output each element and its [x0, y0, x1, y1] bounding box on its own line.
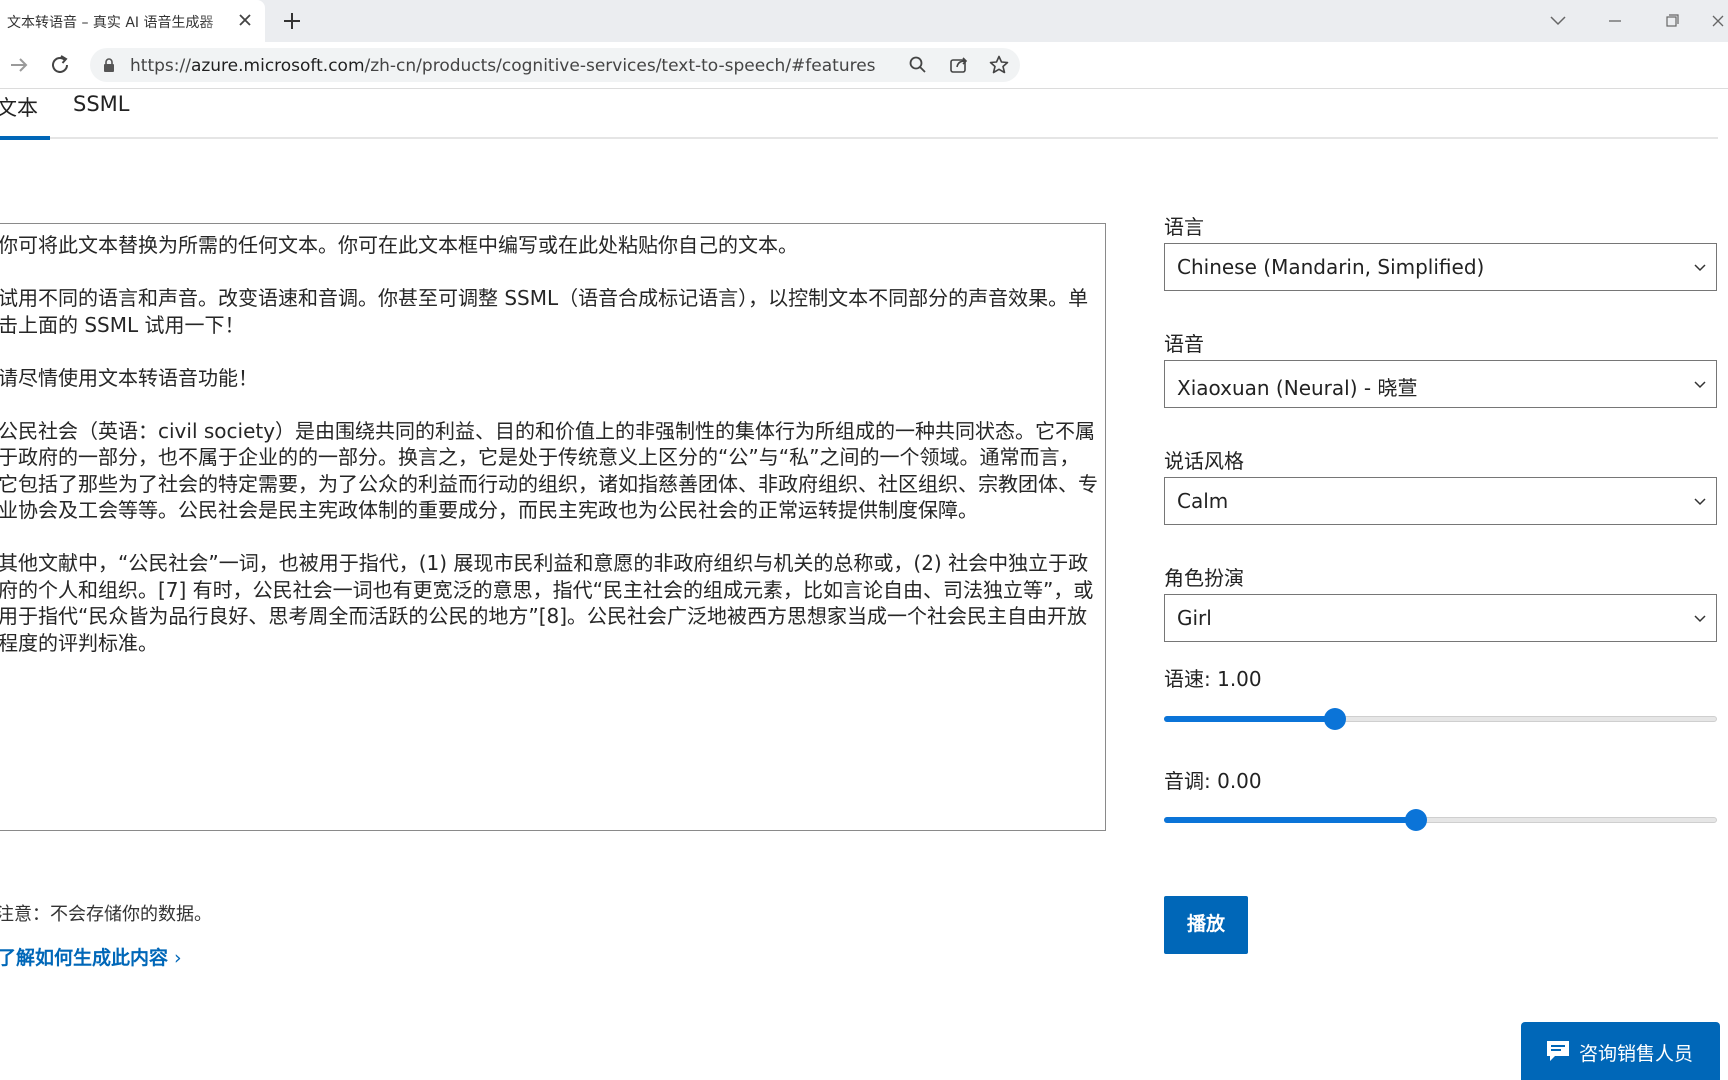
- contact-sales-button[interactable]: 咨询销售人员: [1521, 1022, 1720, 1080]
- chevron-right-icon: ›: [174, 947, 182, 969]
- chevron-down-icon: [1694, 498, 1706, 506]
- language-select[interactable]: Chinese (Mandarin, Simplified): [1164, 243, 1717, 291]
- text-paragraph: 试用不同的语言和声音。改变语速和音调。你甚至可调整 SSML（语音合成标记语言）…: [0, 286, 1089, 337]
- close-window-icon[interactable]: [1705, 8, 1728, 34]
- text-paragraph: 公民社会（英语：civil society）是由围绕共同的利益、目的和价值上的非…: [0, 418, 1098, 523]
- speaking-style-label: 说话风格: [1164, 449, 1244, 473]
- language-value: Chinese (Mandarin, Simplified): [1177, 255, 1485, 279]
- share-icon[interactable]: [947, 53, 971, 77]
- text-paragraph: 请尽情使用文本转语音功能！: [0, 365, 258, 390]
- browser-toolbar: https://azure.microsoft.com/zh-cn/produc…: [0, 42, 1728, 89]
- speech-rate-label: 语速: 1.00: [1164, 667, 1262, 691]
- role-play-label: 角色扮演: [1164, 566, 1244, 590]
- chat-icon: [1547, 1041, 1569, 1061]
- lock-icon[interactable]: [102, 57, 116, 73]
- active-tab-indicator: [0, 136, 50, 140]
- slider-thumb[interactable]: [1404, 809, 1427, 831]
- search-icon[interactable]: [906, 53, 930, 77]
- url-text[interactable]: https://azure.microsoft.com/zh-cn/produc…: [130, 56, 876, 76]
- play-button[interactable]: 播放: [1164, 896, 1248, 954]
- browser-tab[interactable]: 文本转语音 – 真实 AI 语音生成器: [0, 0, 265, 42]
- tab-divider: [0, 137, 1718, 139]
- voice-value: Xiaoxuan (Neural) - 晓萱: [1177, 376, 1418, 400]
- chevron-down-icon: [1694, 264, 1706, 272]
- chevron-down-icon[interactable]: [1540, 8, 1576, 34]
- chevron-down-icon: [1694, 381, 1706, 389]
- tab-title: 文本转语音 – 真实 AI 语音生成器: [7, 15, 214, 31]
- speaking-style-value: Calm: [1177, 489, 1229, 513]
- language-label: 语言: [1164, 215, 1204, 239]
- learn-more-link[interactable]: 了解如何生成此内容 ›: [0, 943, 182, 970]
- tab-text[interactable]: 文本: [0, 90, 38, 138]
- new-tab-icon[interactable]: [279, 8, 305, 34]
- minimize-icon[interactable]: [1597, 8, 1633, 34]
- close-icon[interactable]: [234, 9, 256, 31]
- speech-rate-slider[interactable]: [1164, 708, 1717, 730]
- voice-select[interactable]: Xiaoxuan (Neural) - 晓萱: [1164, 360, 1717, 408]
- contact-sales-label: 咨询销售人员: [1579, 1043, 1694, 1065]
- chevron-down-icon: [1694, 615, 1706, 623]
- speaking-style-select[interactable]: Calm: [1164, 477, 1717, 525]
- pitch-slider[interactable]: [1164, 809, 1717, 831]
- privacy-note: 注意：不会存储你的数据。: [0, 904, 212, 925]
- text-input-area[interactable]: 你可将此文本替换为所需的任何文本。你可在此文本框中编写或在此处粘贴你自己的文本。…: [0, 223, 1106, 831]
- browser-tabstrip: 文本转语音 – 真实 AI 语音生成器: [0, 0, 1728, 42]
- slider-thumb[interactable]: [1324, 708, 1347, 730]
- restore-icon[interactable]: [1654, 8, 1690, 34]
- role-play-select[interactable]: Girl: [1164, 594, 1717, 642]
- forward-icon[interactable]: [6, 52, 32, 78]
- text-paragraph: 其他文献中，“公民社会”一词，也被用于指代，(1) 展现市民利益和意愿的非政府组…: [0, 551, 1094, 655]
- text-paragraph: 你可将此文本替换为所需的任何文本。你可在此文本框中编写或在此处粘贴你自己的文本。: [0, 233, 798, 257]
- voice-label: 语音: [1164, 332, 1204, 356]
- star-icon[interactable]: [987, 53, 1011, 77]
- role-play-value: Girl: [1177, 606, 1212, 630]
- reload-icon[interactable]: [47, 52, 73, 78]
- address-bar[interactable]: https://azure.microsoft.com/zh-cn/produc…: [90, 48, 1020, 82]
- pitch-label: 音调: 0.00: [1164, 769, 1262, 793]
- tab-ssml[interactable]: SSML: [73, 90, 129, 138]
